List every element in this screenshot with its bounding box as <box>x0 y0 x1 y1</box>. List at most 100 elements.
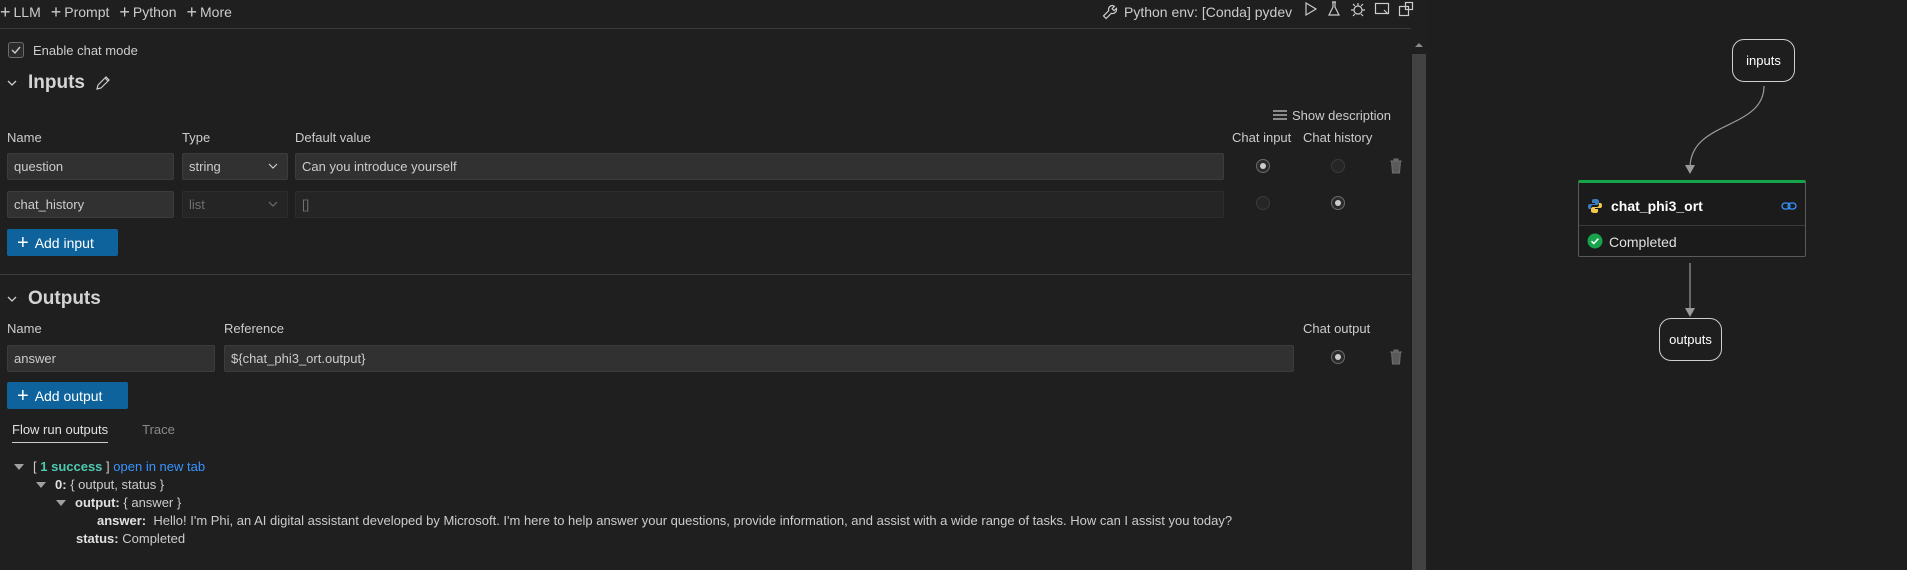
chevron-down-icon[interactable] <box>6 77 18 89</box>
add-prompt-button[interactable]: + Prompt <box>50 2 110 22</box>
plus-icon: + <box>17 384 29 407</box>
inputs-header[interactable]: Inputs <box>6 72 111 94</box>
status-key: status: <box>76 531 119 546</box>
wrench-icon <box>1102 4 1118 20</box>
list-icon <box>1272 107 1288 123</box>
output-reference-field[interactable]: ${chat_phi3_ort.output} <box>224 345 1294 372</box>
graph-node-chat-phi3-ort[interactable]: chat_phi3_ort Completed <box>1578 180 1806 257</box>
check-circle-icon <box>1587 233 1603 249</box>
input-default-value: [] <box>302 197 310 212</box>
chat-mode-label: Enable chat mode <box>33 42 138 58</box>
chat-input-radio <box>1256 196 1270 210</box>
tree-root[interactable]: [ 1 success ] open in new tab <box>14 459 205 474</box>
caret-down-icon[interactable] <box>56 499 66 506</box>
chat-history-radio[interactable] <box>1331 196 1345 210</box>
inputs-title: Inputs <box>28 72 85 93</box>
plus-icon: + <box>17 231 29 254</box>
input-name-value: chat_history <box>14 197 85 212</box>
graph-node-name: chat_phi3_ort <box>1611 198 1703 214</box>
output-reference-value: ${chat_phi3_ort.output} <box>231 351 366 366</box>
success-count: 1 success <box>40 459 103 474</box>
outputs-col-name: Name <box>7 321 42 336</box>
input-type-value: list <box>189 197 205 212</box>
node-divider <box>1579 225 1805 226</box>
tab-flow-run-outputs[interactable]: Flow run outputs <box>12 422 109 443</box>
input-name-field[interactable]: chat_history <box>7 191 174 218</box>
python-env-selector[interactable]: Python env: [Conda] pydev <box>1102 2 1292 22</box>
run-icon[interactable] <box>1302 1 1318 17</box>
graph-outputs-label: outputs <box>1669 332 1712 347</box>
chat-output-radio[interactable] <box>1331 350 1345 364</box>
tree-item-output[interactable]: output: { answer } <box>56 495 181 510</box>
chat-mode-toggle[interactable]: Enable chat mode <box>8 42 138 58</box>
trash-icon[interactable] <box>1389 349 1403 365</box>
tree-item-0[interactable]: 0: { output, status } <box>36 477 164 492</box>
run-output-tabs: Flow run outputs Trace <box>12 422 175 443</box>
scrollbar-thumb[interactable] <box>1412 54 1426 570</box>
add-python-label: Python <box>132 4 177 20</box>
status-value: Completed <box>122 531 186 546</box>
chevron-down-icon <box>267 160 279 172</box>
input-name-value: question <box>14 159 64 174</box>
item-summary: { output, status } <box>70 477 165 492</box>
add-more-label: More <box>200 4 232 20</box>
plus-icon: + <box>50 2 62 22</box>
add-llm-label: LLM <box>13 4 41 20</box>
show-description-button[interactable]: Show description <box>1272 107 1391 123</box>
outputs-col-reference: Reference <box>224 321 284 336</box>
chevron-down-icon[interactable] <box>6 293 18 305</box>
open-in-new-tab-link[interactable]: open in new tab <box>113 459 205 474</box>
chat-input-radio[interactable] <box>1256 159 1270 173</box>
graph-node-status: Completed <box>1609 234 1677 250</box>
input-default-field[interactable]: Can you introduce yourself <box>295 153 1224 180</box>
plus-icon: + <box>119 2 130 22</box>
input-name-field[interactable]: question <box>7 153 174 180</box>
outputs-header[interactable]: Outputs <box>6 288 101 310</box>
input-default-value: Can you introduce yourself <box>302 159 457 174</box>
node-toolbar: + LLM + Prompt + Python + More <box>0 2 232 22</box>
input-type-select[interactable]: string <box>182 153 288 180</box>
outputs-col-chat-output: Chat output <box>1303 321 1371 336</box>
layout-icon[interactable] <box>1374 1 1390 17</box>
caret-down-icon[interactable] <box>36 481 46 488</box>
add-llm-button[interactable]: + LLM <box>0 3 41 21</box>
add-prompt-label: Prompt <box>64 4 110 20</box>
input-default-field: [] <box>295 191 1224 218</box>
add-input-label: Add input <box>34 234 94 251</box>
graph-outputs-node[interactable]: outputs <box>1659 318 1722 361</box>
open-graph-icon[interactable] <box>1398 1 1414 17</box>
caret-down-icon[interactable] <box>14 463 24 470</box>
graph-inputs-label: inputs <box>1746 53 1781 68</box>
add-input-button[interactable]: + Add input <box>7 229 118 256</box>
chat-history-radio[interactable] <box>1331 159 1345 173</box>
graph-inputs-node[interactable]: inputs <box>1732 39 1795 82</box>
toolbar-actions <box>1302 1 1414 17</box>
tab-trace[interactable]: Trace <box>142 422 175 443</box>
item-key: 0: <box>55 477 67 492</box>
trash-icon[interactable] <box>1389 158 1403 174</box>
pencil-icon[interactable] <box>95 75 111 91</box>
add-output-button[interactable]: + Add output <box>7 382 128 409</box>
beaker-icon[interactable] <box>1326 1 1342 17</box>
flow-editor-pane: + LLM + Prompt + Python + More Python env: [… <box>0 0 1428 570</box>
python-env-label: Python env: [Conda] pydev <box>1124 4 1293 20</box>
chevron-down-icon <box>267 198 279 210</box>
add-python-button[interactable]: + Python <box>119 2 177 22</box>
scroll-up-icon[interactable] <box>1414 41 1424 49</box>
inputs-col-name: Name <box>7 130 42 145</box>
show-description-label: Show description <box>1292 107 1391 123</box>
answer-key: answer: <box>97 513 147 528</box>
add-more-button[interactable]: + More <box>187 3 232 21</box>
inputs-col-type: Type <box>182 130 211 145</box>
input-type-value: string <box>189 159 221 174</box>
output-name-value: answer <box>14 351 56 366</box>
add-output-label: Add output <box>34 387 103 404</box>
tree-item-answer: answer: Hello! I'm Phi, an AI digital as… <box>97 513 1232 528</box>
link-icon[interactable] <box>1781 199 1797 213</box>
output-name-field[interactable]: answer <box>7 345 215 372</box>
chat-mode-checkbox[interactable] <box>8 42 24 58</box>
inputs-col-chat-input: Chat input <box>1232 130 1292 145</box>
debug-icon[interactable] <box>1350 1 1366 17</box>
inputs-col-default: Default value <box>295 130 371 145</box>
toolbar-divider <box>0 28 1411 29</box>
